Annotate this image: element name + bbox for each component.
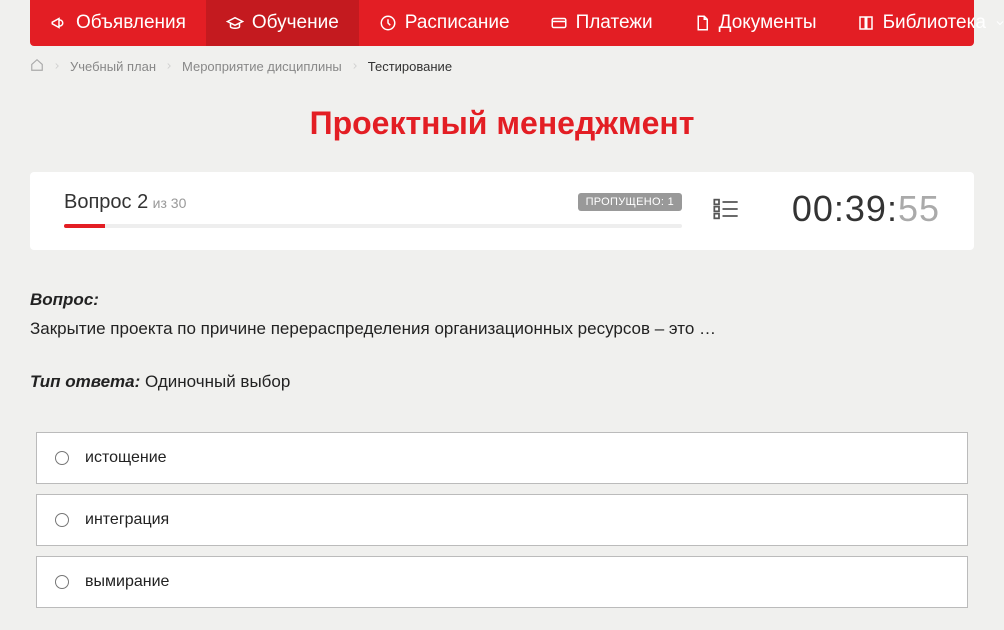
chevron-right-icon [350,59,360,74]
question-progress-block: Вопрос 2 из 30 ПРОПУЩЕНО: 1 [64,191,682,228]
option-label: вымирание [85,573,169,591]
card-icon [550,14,568,32]
breadcrumb-current: Тестирование [368,59,452,74]
graduation-icon [226,14,244,32]
breadcrumb: Учебный план Мероприятие дисциплины Тест… [30,46,974,87]
chevron-right-icon [52,59,62,74]
nav-label: Документы [719,12,817,34]
question-label: Вопрос: [30,290,974,310]
clock-icon [379,14,397,32]
progress-fill [64,224,105,228]
nav-label: Расписание [405,12,510,34]
timer: 00:39:55 [770,188,940,230]
book-icon [857,14,875,32]
chevron-down-icon [994,14,1004,32]
answer-type-label: Тип ответа: [30,372,140,391]
home-icon[interactable] [30,58,44,75]
nav-schedule[interactable]: Расписание [359,0,530,46]
option-radio[interactable] [55,513,69,527]
option-radio[interactable] [55,451,69,465]
question-section: Вопрос: Закрытие проекта по причине пере… [30,290,974,342]
option-label: интеграция [85,511,169,529]
nav-label: Платежи [576,12,653,34]
skipped-badge: ПРОПУЩЕНО: 1 [578,193,682,211]
question-total: из 30 [153,195,187,211]
option-row[interactable]: интеграция [36,494,968,546]
megaphone-icon [50,14,68,32]
main-navbar: Объявления Обучение Расписание Платежи Д… [30,0,974,46]
timer-seconds: 55 [898,188,940,229]
nav-announcements[interactable]: Объявления [30,0,206,46]
question-text: Закрытие проекта по причине перераспреде… [30,316,974,342]
option-row[interactable]: вымирание [36,556,968,608]
question-number: Вопрос 2 [64,191,148,213]
page-title: Проектный менеджмент [30,105,974,142]
option-label: истощение [85,449,167,467]
nav-label: Обучение [252,12,339,34]
question-list-icon[interactable] [712,195,740,223]
timer-main: 00:39: [792,188,898,229]
progress-bar [64,224,682,228]
nav-education[interactable]: Обучение [206,0,359,46]
option-radio[interactable] [55,575,69,589]
question-status-bar: Вопрос 2 из 30 ПРОПУЩЕНО: 1 00:39:55 [30,172,974,250]
chevron-right-icon [164,59,174,74]
nav-payments[interactable]: Платежи [530,0,673,46]
option-row[interactable]: истощение [36,432,968,484]
answer-type: Тип ответа: Одиночный выбор [30,372,974,392]
answer-type-value: Одиночный выбор [145,372,290,391]
document-icon [693,14,711,32]
breadcrumb-item[interactable]: Учебный план [70,59,156,74]
breadcrumb-item[interactable]: Мероприятие дисциплины [182,59,342,74]
nav-library[interactable]: Библиотека [837,0,1004,46]
answer-options: истощение интеграция вымирание [30,432,974,608]
nav-label: Объявления [76,12,186,34]
nav-label: Библиотека [883,12,986,34]
nav-documents[interactable]: Документы [673,0,837,46]
